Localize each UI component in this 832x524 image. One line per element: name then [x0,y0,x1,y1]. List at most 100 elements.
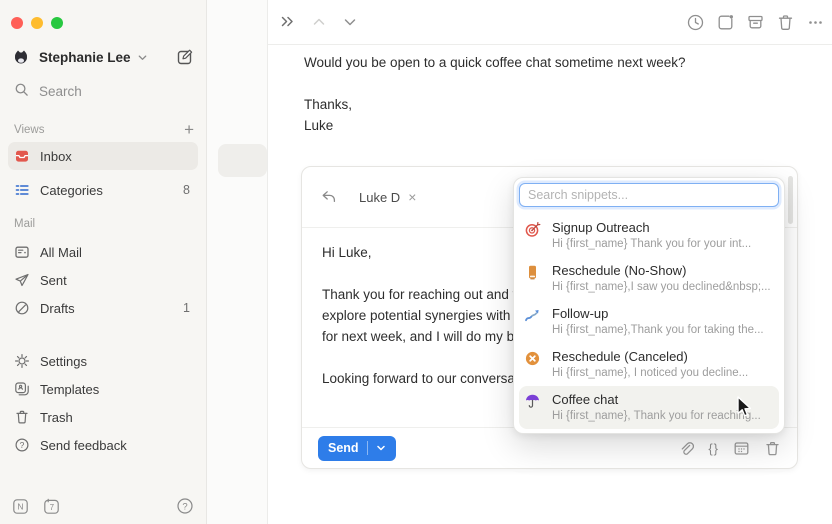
svg-text:N: N [17,501,23,511]
utility-nav: Settings Templates Trash ? Send feedback [8,347,198,459]
sidebar-item-templates[interactable]: Templates [8,375,198,403]
snippet-preview: Hi {first_name},I saw you declined&nbsp;… [552,280,771,294]
snippet-item-signup-outreach[interactable]: Signup Outreach Hi {first_name} Thank yo… [519,214,779,257]
sidebar-item-sent[interactable]: Sent [8,266,198,294]
drafts-icon [14,300,30,316]
svg-text:?: ? [20,440,25,450]
unread-count: 8 [183,183,190,197]
snippet-title: Reschedule (No-Show) [552,263,771,278]
views-nav: Inbox Categories 8 [8,142,198,204]
cancel-icon [524,350,541,367]
window-controls [11,17,63,29]
calendar-icon[interactable]: 7 [43,498,60,515]
add-view-button[interactable]: + [184,123,194,137]
help-icon[interactable]: ? [176,497,194,515]
zoom-window-button[interactable] [51,17,63,29]
sidebar-item-all-mail[interactable]: All Mail [8,238,198,266]
search-button[interactable]: Search [14,82,82,100]
email-line: Thanks, [304,94,685,115]
svg-text:7: 7 [50,503,55,512]
drafts-count: 1 [183,301,190,315]
sidebar-item-send-feedback[interactable]: ? Send feedback [8,431,198,459]
email-line: Would you be open to a quick coffee chat… [304,52,685,73]
sidebar-item-label: Sent [40,273,67,288]
sidebar-item-label: Trash [40,410,73,425]
sidebar-item-label: Inbox [40,149,72,164]
compose-icon[interactable] [176,48,194,66]
sidebar-item-trash[interactable]: Trash [8,403,198,431]
all-mail-icon [14,244,30,260]
remove-recipient-icon[interactable]: × [408,190,416,204]
snippets-icon[interactable]: {} [708,441,719,456]
collapsed-thread-item[interactable] [218,144,267,177]
sidebar-item-settings[interactable]: Settings [8,347,198,375]
sent-icon [14,272,30,288]
send-options-chevron-icon[interactable] [376,443,386,453]
search-icon [14,82,29,100]
snippet-preview: Hi {first_name} Thank you for your int..… [552,237,751,251]
email-body: Would you be open to a quick coffee chat… [304,52,685,136]
search-label: Search [39,84,82,99]
message-toolbar [268,0,832,45]
chevron-up-icon[interactable] [311,14,327,30]
snippet-item-follow-up[interactable]: Follow-up Hi {first_name},Thank you for … [519,300,779,343]
sidebar-item-label: Templates [40,382,99,397]
chevron-down-icon [137,52,148,63]
recipient-chip[interactable]: Luke D [359,190,400,205]
snippet-list: Signup Outreach Hi {first_name} Thank yo… [519,214,779,429]
categories-icon [14,182,30,198]
expand-panel-icon[interactable] [279,13,296,30]
more-ellipsis-icon[interactable] [806,13,825,32]
send-button[interactable]: Send [318,436,396,461]
discard-draft-trash-icon[interactable] [764,440,781,457]
composer-scrollbar[interactable] [788,176,793,224]
snippet-item-reschedule-no-show[interactable]: Reschedule (No-Show) Hi {first_name},I s… [519,257,779,300]
calendar-icon[interactable] [733,440,750,457]
sidebar-item-inbox[interactable]: Inbox [8,142,198,170]
mail-section-header: Mail [14,218,194,230]
target-icon [524,221,541,238]
snippet-preview: Hi {first_name},Thank you for taking the… [552,323,764,337]
mark-done-icon[interactable] [716,13,735,32]
reply-icon [320,188,338,206]
snippets-popup: Signup Outreach Hi {first_name} Thank yo… [513,177,785,434]
user-name: Stephanie Lee [39,50,131,65]
snippet-item-coffee-chat[interactable]: Coffee chat Hi {first_name}, Thank you f… [519,386,779,429]
sidebar-item-drafts[interactable]: Drafts 1 [8,294,198,322]
snippet-preview: Hi {first_name}, Thank you for reaching.… [552,409,761,423]
close-window-button[interactable] [11,17,23,29]
snippet-item-reschedule-canceled[interactable]: Reschedule (Canceled) Hi {first_name}, I… [519,343,779,386]
account-switcher[interactable]: Stephanie Lee [12,46,194,68]
attachment-icon[interactable] [677,440,694,457]
sidebar-item-label: All Mail [40,245,82,260]
minimize-window-button[interactable] [31,17,43,29]
svg-text:?: ? [182,501,187,512]
umbrella-icon [524,393,541,410]
feedback-icon: ? [14,437,30,453]
snippet-title: Follow-up [552,306,764,321]
snippet-search-input[interactable] [519,183,779,207]
sidebar-item-label: Settings [40,354,87,369]
collapsed-thread-list [207,0,267,524]
views-section-header: Views + [14,123,194,137]
snippet-title: Reschedule (Canceled) [552,349,748,364]
avatar [12,48,30,66]
sidebar-bottom-bar: N 7 ? [12,496,194,516]
sidebar-item-categories[interactable]: Categories 8 [8,176,198,204]
chevron-down-icon[interactable] [342,14,358,30]
mail-nav: All Mail Sent Drafts 1 [8,238,198,322]
views-label: Views [14,124,44,136]
archive-icon[interactable] [746,13,765,32]
notes-icon[interactable]: N [12,498,29,515]
email-line: Luke [304,115,685,136]
book-icon [524,264,541,281]
snooze-clock-icon[interactable] [686,13,705,32]
snippet-title: Coffee chat [552,392,761,407]
settings-icon [14,353,30,369]
templates-icon [14,381,30,397]
inbox-icon [14,148,30,164]
trash-icon[interactable] [776,13,795,32]
sidebar-item-label: Drafts [40,301,75,316]
snippet-preview: Hi {first_name}, I noticed you decline..… [552,366,748,380]
mail-label: Mail [14,218,35,230]
